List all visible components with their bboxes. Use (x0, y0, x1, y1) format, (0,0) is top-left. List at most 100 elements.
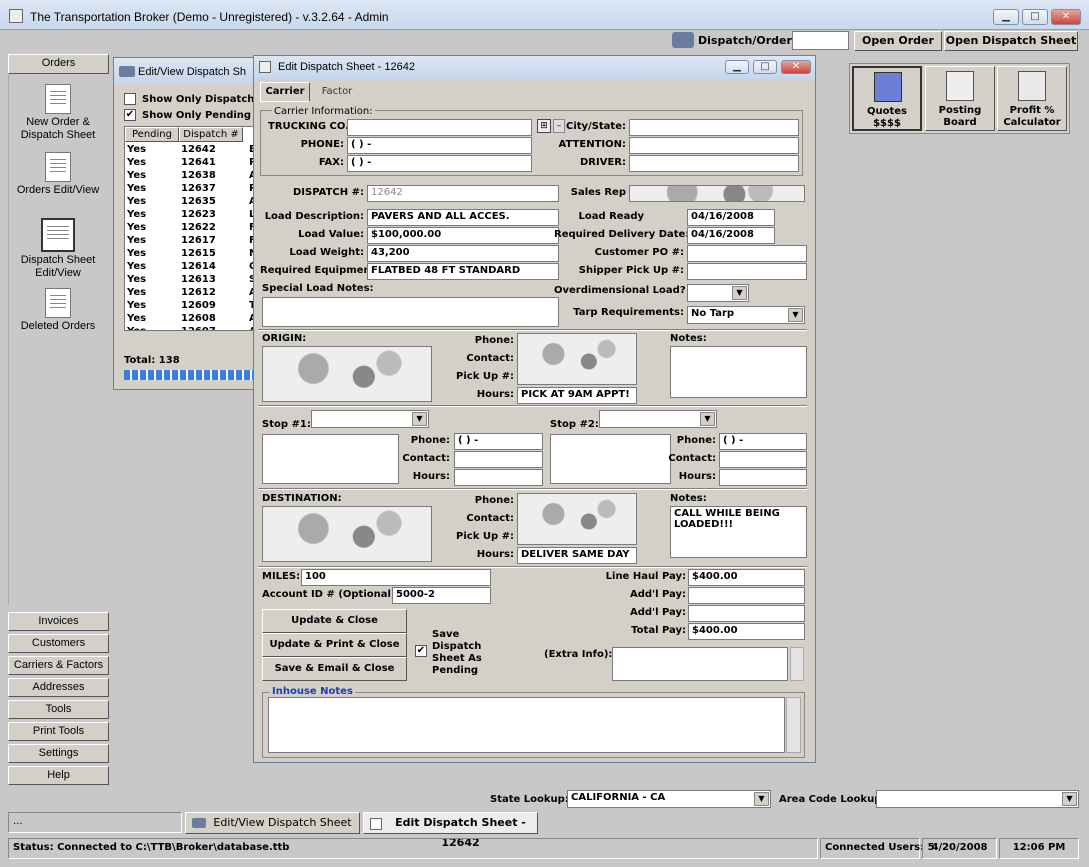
table-row[interactable]: Yes12635A (127, 196, 257, 209)
help-button[interactable]: Help (8, 766, 109, 785)
addl-pay-input-1[interactable] (688, 587, 805, 604)
account-input[interactable]: 5000-2 (392, 587, 491, 604)
inhouse-notes-scrollbar[interactable] (786, 697, 801, 753)
stop2-contact-input[interactable] (719, 451, 807, 468)
total-pay-input[interactable]: $400.00 (688, 623, 805, 640)
extra-info-input[interactable] (612, 647, 788, 681)
table-row[interactable]: Yes12641P (127, 157, 257, 170)
customers-button[interactable]: Customers (8, 634, 109, 653)
table-row[interactable]: Yes12617F (127, 235, 257, 248)
save-email-close-button[interactable]: Save & Email & Close (262, 657, 407, 681)
nav-dispatch-sheet-edit[interactable]: Dispatch Sheet Edit/View (14, 218, 102, 280)
nav-deleted-orders[interactable]: Deleted Orders (14, 288, 102, 333)
stop1-hours-input[interactable] (454, 469, 543, 486)
posting-board-button[interactable]: Posting Board (925, 66, 995, 131)
table-row[interactable]: Yes12608A (127, 313, 257, 326)
origin-address[interactable] (262, 346, 432, 402)
customer-po-input[interactable] (687, 245, 807, 262)
settings-button[interactable]: Settings (8, 744, 109, 763)
stop1-address[interactable] (262, 434, 399, 484)
maximize-button[interactable]: □ (1022, 9, 1048, 25)
print-tools-button[interactable]: Print Tools (8, 722, 109, 741)
update-close-button[interactable]: Update & Close (262, 609, 407, 633)
origin-contact-fields[interactable] (517, 333, 637, 385)
overdim-select[interactable]: ▼ (687, 284, 749, 302)
taskbar-edit-dispatch[interactable]: Edit Dispatch Sheet - 12642 (363, 812, 538, 849)
table-row[interactable]: Yes12614C (127, 261, 257, 274)
table-row[interactable]: Yes12623L (127, 209, 257, 222)
dispatch-list[interactable]: Pending Dispatch # Yes12642EYes12641PYes… (124, 126, 259, 331)
special-notes-input[interactable] (262, 297, 559, 327)
trucking-input[interactable] (347, 119, 532, 136)
dest-notes-input[interactable]: CALL WHILE BEING LOADED!!! (670, 506, 807, 558)
update-print-close-button[interactable]: Update & Print & Close (262, 633, 407, 657)
area-code-select[interactable]: ▼ (876, 790, 1079, 808)
line-haul-input[interactable]: $400.00 (688, 569, 805, 586)
city-state-input[interactable] (629, 119, 799, 136)
dest-hours-input[interactable]: DELIVER SAME DAY (517, 547, 637, 564)
checkbox-dispatch-only[interactable] (124, 93, 136, 105)
attention-input[interactable] (629, 137, 799, 154)
dialog-maximize-button[interactable]: □ (753, 60, 777, 74)
addl-pay-input-2[interactable] (688, 605, 805, 622)
carriers-factors-button[interactable]: Carriers & Factors (8, 656, 109, 675)
stop1-select[interactable]: ▼ (311, 410, 429, 428)
invoices-button[interactable]: Invoices (8, 612, 109, 631)
taskbar-edit-view-dispatch[interactable]: Edit/View Dispatch Sheet (185, 812, 360, 834)
dialog-minimize-button[interactable]: ▁ (725, 60, 749, 74)
table-row[interactable]: Yes12612A (127, 287, 257, 300)
dest-contact-fields[interactable] (517, 493, 637, 545)
stop2-address[interactable] (550, 434, 671, 484)
table-row[interactable]: Yes12642E (127, 144, 257, 157)
profit-calculator-button[interactable]: Profit % Calculator (997, 66, 1067, 131)
tarp-select[interactable]: No Tarp ▼ (687, 306, 805, 324)
table-row[interactable]: Yes12613S (127, 274, 257, 287)
load-desc-input[interactable]: PAVERS AND ALL ACCES. (367, 209, 559, 226)
orders-header[interactable]: Orders (8, 54, 109, 74)
table-row[interactable]: Yes12622F (127, 222, 257, 235)
checkbox-pending-only[interactable]: ✔ (124, 109, 136, 121)
quotes-button[interactable]: Quotes $$$$ (852, 66, 922, 131)
close-button[interactable]: ✕ (1051, 9, 1081, 25)
col-dispatch[interactable]: Dispatch # (179, 127, 243, 142)
open-order-button[interactable]: Open Order (854, 31, 942, 51)
nav-new-order[interactable]: New Order & Dispatch Sheet (14, 84, 102, 142)
table-row[interactable]: Yes12615N (127, 248, 257, 261)
addresses-button[interactable]: Addresses (8, 678, 109, 697)
stop2-hours-input[interactable] (719, 469, 807, 486)
req-delivery-input[interactable]: 04/16/2008 (687, 227, 775, 244)
nav-orders-edit[interactable]: Orders Edit/View (14, 152, 102, 197)
table-row[interactable]: Yes12638A (127, 170, 257, 183)
dispatch-order-input[interactable] (792, 31, 849, 50)
dialog-close-button[interactable]: ✕ (781, 60, 811, 74)
col-pending[interactable]: Pending (125, 127, 179, 142)
miles-input[interactable]: 100 (301, 569, 491, 586)
table-row[interactable]: Yes12607A (127, 326, 257, 330)
table-row[interactable]: Yes12609T (127, 300, 257, 313)
load-weight-input[interactable]: 43,200 (367, 245, 559, 262)
stop1-phone-input[interactable]: ( ) - (454, 433, 543, 450)
sales-rep-input[interactable] (629, 185, 805, 202)
minimize-button[interactable]: ▁ (993, 9, 1019, 25)
shipper-pu-input[interactable] (687, 263, 807, 280)
inhouse-notes-input[interactable] (268, 697, 785, 753)
save-pending-checkbox[interactable]: ✔ (415, 645, 427, 657)
search-carrier-icon[interactable]: ⊞ (537, 119, 551, 133)
stop1-contact-input[interactable] (454, 451, 543, 468)
tools-button[interactable]: Tools (8, 700, 109, 719)
open-dispatch-sheet-button[interactable]: Open Dispatch Sheet (944, 31, 1078, 51)
state-lookup-select[interactable]: CALIFORNIA - CA ▼ (567, 790, 771, 808)
extra-info-scrollbar[interactable] (790, 647, 804, 681)
fax-input[interactable]: ( ) - (347, 155, 532, 172)
stop2-select[interactable]: ▼ (599, 410, 717, 428)
load-ready-input[interactable]: 04/16/2008 (687, 209, 775, 226)
stop2-phone-input[interactable]: ( ) - (719, 433, 807, 450)
tab-carrier[interactable]: Carrier (260, 82, 310, 102)
load-value-input[interactable]: $100,000.00 (367, 227, 559, 244)
destination-address[interactable] (262, 506, 432, 562)
dispatch-no-input[interactable]: 12642 (367, 185, 559, 202)
taskbar-more[interactable]: ... (8, 812, 182, 833)
origin-hours-input[interactable]: PICK AT 9AM APPT! (517, 387, 637, 404)
origin-notes-input[interactable] (670, 346, 807, 398)
phone-input[interactable]: ( ) - (347, 137, 532, 154)
